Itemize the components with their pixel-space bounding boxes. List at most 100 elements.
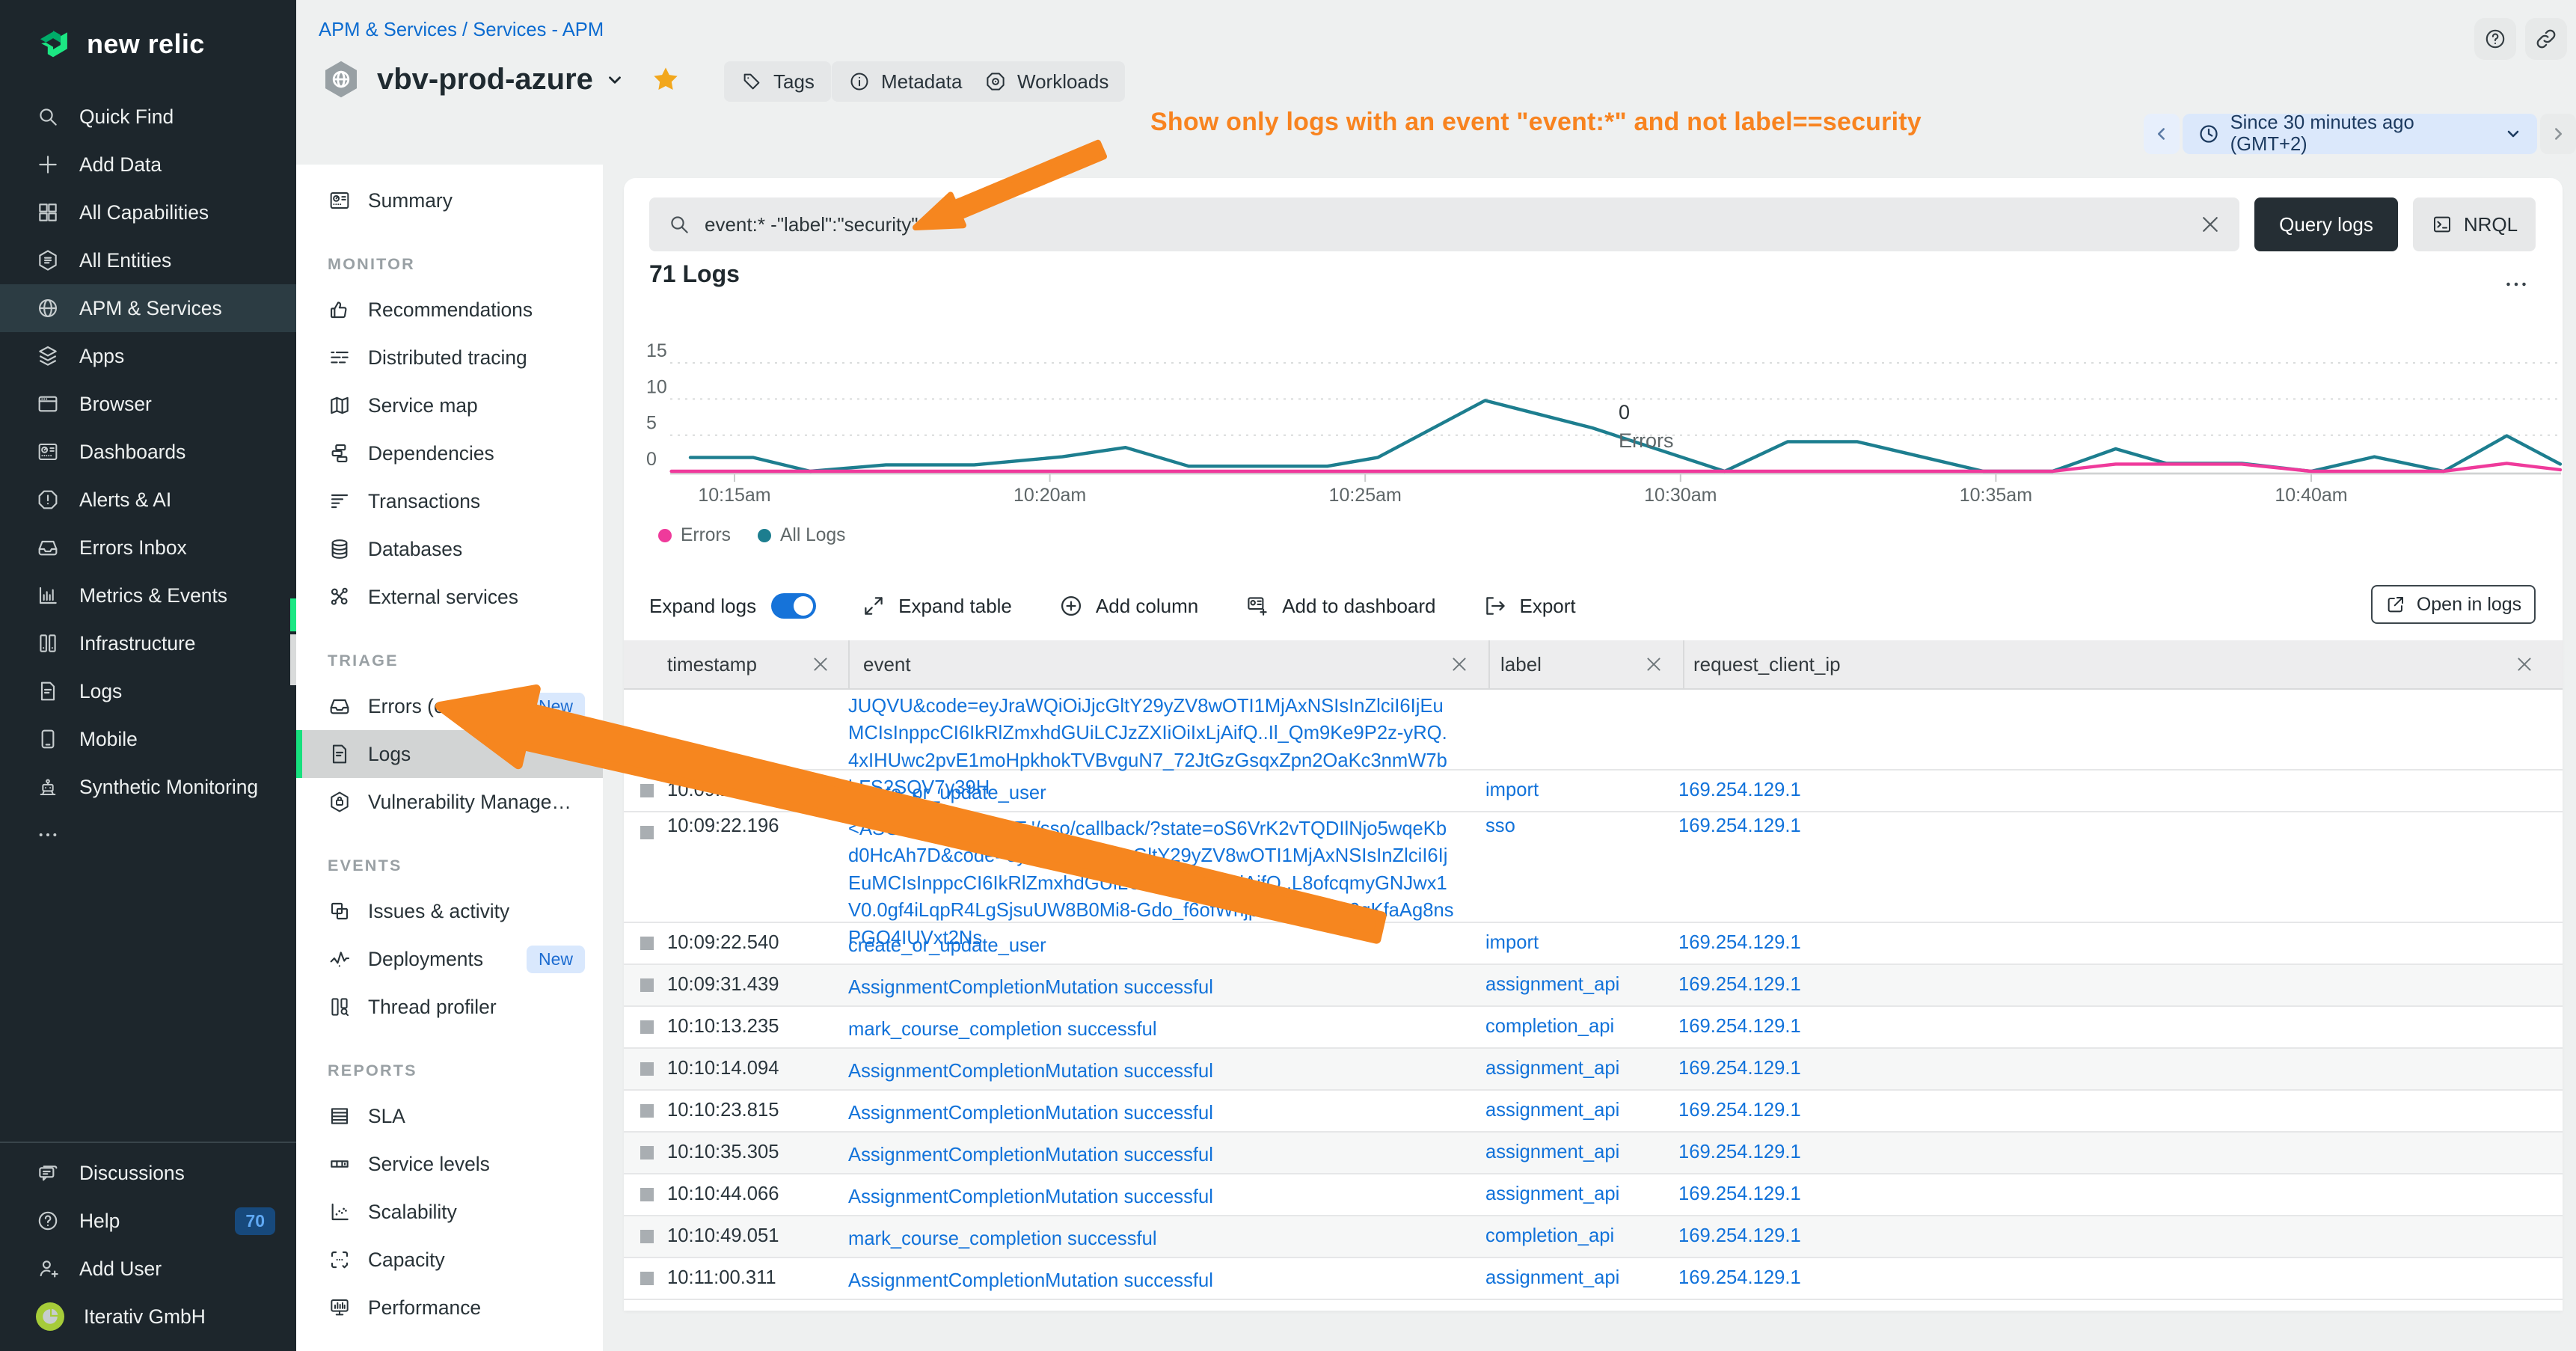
open-in-logs-button[interactable]: Open in logs xyxy=(2371,585,2536,624)
sidebar-item-more[interactable] xyxy=(0,811,296,859)
cell-event[interactable]: AssignmentCompletionMutation successful xyxy=(835,1091,1475,1127)
cell-event[interactable]: AssignmentCompletionMutation successful xyxy=(835,1049,1475,1085)
sidebar-scroll-indicator-gray[interactable] xyxy=(290,634,296,685)
time-forward-button[interactable] xyxy=(2540,114,2576,154)
nrql-button[interactable]: NRQL xyxy=(2413,197,2536,251)
add-column-button[interactable]: Add column xyxy=(1058,593,1198,619)
new-relic-logo[interactable]: new relic xyxy=(0,0,296,69)
sidebar-item-browser[interactable]: Browser xyxy=(0,380,296,428)
subnav-item-databases[interactable]: Databases xyxy=(296,525,603,573)
cell-label[interactable]: completion_api xyxy=(1475,1007,1669,1038)
cell-label[interactable]: assignment_api xyxy=(1475,965,1669,996)
table-row[interactable]: 10:10:35.305AssignmentCompletionMutation… xyxy=(624,1133,2563,1174)
subnav-item-sla[interactable]: SLA xyxy=(296,1092,603,1140)
cell-label[interactable]: assignment_api xyxy=(1475,1049,1669,1079)
remove-column-icon[interactable] xyxy=(1450,655,1469,674)
favorite-star-icon[interactable] xyxy=(651,64,681,94)
table-row[interactable]: 10:10:13.235mark_course_completion succe… xyxy=(624,1007,2563,1049)
cell-label[interactable]: assignment_api xyxy=(1475,1258,1669,1289)
column-header-event[interactable]: event xyxy=(848,640,1488,688)
sidebar-item-logs[interactable]: Logs xyxy=(0,667,296,715)
subnav-item-service-map[interactable]: Service map xyxy=(296,382,603,429)
sidebar-item-synthetic-monitoring[interactable]: Synthetic Monitoring xyxy=(0,763,296,811)
table-row[interactable]: 10:09:22.540create_or_update_userimport1… xyxy=(624,923,2563,965)
cell-label[interactable]: sso xyxy=(1475,812,1669,837)
subnav-item-capacity[interactable]: Capacity xyxy=(296,1236,603,1284)
subnav-item-errors-errors-inb[interactable]: Errors (errors inb...New xyxy=(296,682,603,730)
cell-label[interactable]: assignment_api xyxy=(1475,1174,1669,1205)
cell-event[interactable]: mark_course_completion successful xyxy=(835,1216,1475,1252)
remove-column-icon[interactable] xyxy=(1644,655,1663,674)
subnav-item-service-levels[interactable]: Service levels xyxy=(296,1140,603,1188)
subnav-item-issues-activity[interactable]: Issues & activity xyxy=(296,887,603,935)
time-range-button[interactable]: Since 30 minutes ago (GMT+2) xyxy=(2183,114,2538,154)
table-row[interactable]: 10:10:23.815AssignmentCompletionMutation… xyxy=(624,1091,2563,1133)
cell-request-client-ip[interactable]: 169.254.129.1 xyxy=(1669,1091,2563,1121)
table-row[interactable]: 10:09:31.439AssignmentCompletionMutation… xyxy=(624,965,2563,1007)
cell-request-client-ip[interactable]: 169.254.129.1 xyxy=(1669,923,2563,954)
subnav-item-transactions[interactable]: Transactions xyxy=(296,477,603,525)
entity-title-row[interactable]: vbv-prod-azure xyxy=(377,63,625,96)
cell-label[interactable]: import xyxy=(1475,771,1669,801)
sidebar-item-help[interactable]: Help70 xyxy=(0,1197,296,1245)
column-header-timestamp[interactable]: timestamp xyxy=(624,640,848,688)
legend-item-errors[interactable]: Errors xyxy=(658,525,731,546)
logs-timeseries-chart[interactable]: 05101510:15am10:20am10:25am10:30am10:35a… xyxy=(643,344,2563,509)
subnav-item-thread-profiler[interactable]: Thread profiler xyxy=(296,983,603,1031)
sidebar-item-apps[interactable]: Apps xyxy=(0,332,296,380)
sidebar-item-alerts-ai[interactable]: Alerts & AI xyxy=(0,476,296,524)
table-row[interactable]: 10:09:20.895create_or_update_userimport1… xyxy=(624,771,2563,812)
subnav-item-external-services[interactable]: External services xyxy=(296,573,603,621)
cell-event[interactable]: create_or_update_user xyxy=(835,771,1475,806)
more-options-icon[interactable] xyxy=(2503,271,2530,298)
sidebar-item-errors-inbox[interactable]: Errors Inbox xyxy=(0,524,296,572)
cell-event[interactable]: AssignmentCompletionMutation successful xyxy=(835,1133,1475,1168)
table-row[interactable]: 10:10:44.066AssignmentCompletionMutation… xyxy=(624,1174,2563,1216)
cell-request-client-ip[interactable]: 169.254.129.1 xyxy=(1669,812,2563,837)
subnav-item-deployments[interactable]: DeploymentsNew xyxy=(296,935,603,983)
subnav-item-summary[interactable]: Summary xyxy=(296,177,603,224)
table-row[interactable]: JUQVU&code=eyJraWQiOiJjcGltY29yZV8wOTI1M… xyxy=(624,690,2563,771)
cell-label[interactable]: import xyxy=(1475,923,1669,954)
subnav-item-dependencies[interactable]: Dependencies xyxy=(296,429,603,477)
table-row[interactable]: 10:10:14.094AssignmentCompletionMutation… xyxy=(624,1049,2563,1091)
cell-label[interactable]: assignment_api xyxy=(1475,1091,1669,1121)
cell-request-client-ip[interactable]: 169.254.129.1 xyxy=(1669,1007,2563,1038)
table-row[interactable]: 10:10:49.051mark_course_completion succe… xyxy=(624,1216,2563,1258)
expand-table-button[interactable]: Expand table xyxy=(861,593,1012,619)
legend-item-all-logs[interactable]: All Logs xyxy=(758,525,846,546)
sidebar-item-discussions[interactable]: Discussions xyxy=(0,1149,296,1197)
subnav-item-distributed-tracing[interactable]: Distributed tracing xyxy=(296,334,603,382)
cell-label[interactable]: assignment_api xyxy=(1475,1133,1669,1163)
sidebar-item-infrastructure[interactable]: Infrastructure xyxy=(0,619,296,667)
sidebar-item-all-capabilities[interactable]: All Capabilities xyxy=(0,189,296,236)
subnav-item-logs[interactable]: Logs xyxy=(296,730,603,778)
log-query-input[interactable] xyxy=(705,213,2186,236)
column-header-label[interactable]: label xyxy=(1488,640,1683,688)
cell-request-client-ip[interactable]: 169.254.129.1 xyxy=(1669,771,2563,801)
metadata-button[interactable]: Metadata xyxy=(832,61,978,102)
sidebar-item-dashboards[interactable]: Dashboards xyxy=(0,428,296,476)
export-button[interactable]: Export xyxy=(1482,593,1576,619)
query-logs-button[interactable]: Query logs xyxy=(2254,197,2398,251)
tags-button[interactable]: Tags xyxy=(724,61,831,102)
sidebar-item-iterativ-gmbh[interactable]: Iterativ GmbH xyxy=(0,1293,296,1341)
sidebar-item-all-entities[interactable]: All Entities xyxy=(0,236,296,284)
table-row[interactable]: 10:09:22.196<ASGIRequest: GET '/sso/call… xyxy=(624,812,2563,923)
cell-label[interactable]: completion_api xyxy=(1475,1216,1669,1247)
breadcrumb-services-apm[interactable]: Services - APM xyxy=(473,19,604,40)
subnav-item-performance[interactable]: Performance xyxy=(296,1284,603,1332)
cell-request-client-ip[interactable]: 169.254.129.1 xyxy=(1669,1133,2563,1163)
cell-request-client-ip[interactable]: 169.254.129.1 xyxy=(1669,1258,2563,1289)
cell-request-client-ip[interactable]: 169.254.129.1 xyxy=(1669,965,2563,996)
remove-column-icon[interactable] xyxy=(2515,655,2534,674)
remove-column-icon[interactable] xyxy=(811,655,830,674)
copy-link-button[interactable] xyxy=(2525,18,2567,60)
cell-request-client-ip[interactable]: 169.254.129.1 xyxy=(1669,1049,2563,1079)
sidebar-item-quick-find[interactable]: Quick Find xyxy=(0,93,296,141)
sidebar-item-mobile[interactable]: Mobile xyxy=(0,715,296,763)
chevron-down-icon[interactable] xyxy=(605,70,625,90)
log-query-bar[interactable] xyxy=(649,197,2239,251)
workloads-button[interactable]: Workloads xyxy=(968,61,1125,102)
breadcrumb-apm-services[interactable]: APM & Services xyxy=(319,19,457,40)
